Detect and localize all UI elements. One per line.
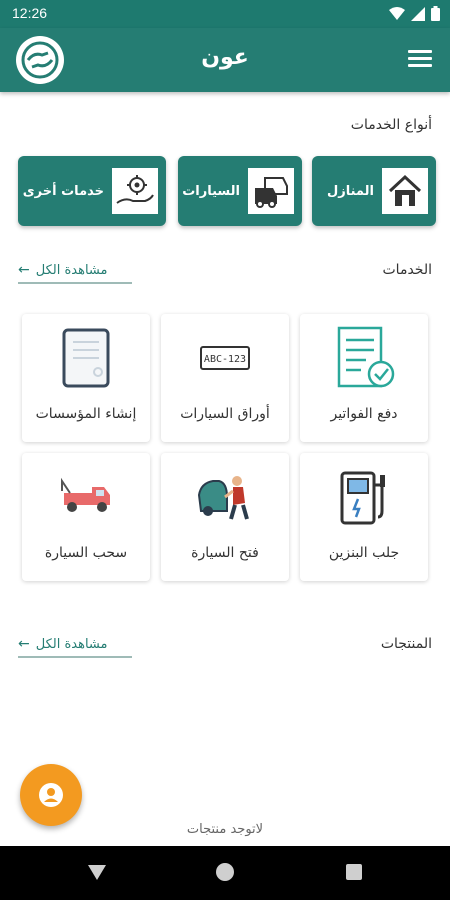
service-label: أوراق السيارات <box>180 406 270 422</box>
service-card-car-unlock[interactable]: فتح السيارة <box>161 453 289 581</box>
tow-truck-icon <box>22 465 150 529</box>
status-time: 12:26 <box>12 5 48 21</box>
house-icon <box>382 168 428 214</box>
car-unlock-icon <box>161 465 289 529</box>
system-nav-bar <box>0 846 450 900</box>
gear-hand-icon <box>112 168 158 214</box>
nav-home-icon[interactable] <box>216 863 234 881</box>
battery-icon <box>431 6 440 21</box>
service-card-pay-bills[interactable]: دفع الفواتير <box>300 314 428 442</box>
hamburger-menu-icon[interactable] <box>408 50 432 70</box>
arrow-left-icon: ← <box>18 262 30 278</box>
service-label: إنشاء المؤسسات <box>35 406 137 422</box>
service-type-label: خدمات أخرى <box>22 183 104 199</box>
service-type-label: السيارات <box>182 183 240 199</box>
service-type-label: المنازل <box>326 183 374 199</box>
no-products-text: لاتوجد منتجات <box>186 822 264 837</box>
products-view-all-link[interactable]: ← مشاهدة الكل <box>18 632 132 658</box>
service-card-fuel-delivery[interactable]: جلب البنزين <box>300 453 428 581</box>
service-type-cars[interactable]: السيارات <box>178 156 302 226</box>
service-label: جلب البنزين <box>328 545 400 561</box>
app-bar: عون <box>0 28 450 92</box>
status-bar: 12:26 <box>0 0 450 28</box>
service-label: فتح السيارة <box>191 545 259 561</box>
signal-icon <box>411 6 425 21</box>
cars-icon <box>248 168 294 214</box>
products-heading: المنتجات <box>380 636 432 652</box>
license-plate-text: ABC-123 <box>204 354 246 365</box>
wifi-icon <box>389 6 405 20</box>
services-heading: الخدمات <box>382 262 433 278</box>
view-all-label: مشاهدة الكل <box>35 636 108 652</box>
arrow-left-icon: ← <box>18 636 30 652</box>
view-all-label: مشاهدة الكل <box>35 262 108 278</box>
document-icon <box>22 326 150 390</box>
nav-back-icon[interactable] <box>88 863 106 881</box>
service-type-homes[interactable]: المنازل <box>312 156 436 226</box>
user-icon <box>39 783 63 807</box>
app-title: عون <box>201 45 249 70</box>
service-card-car-towing[interactable]: سحب السيارة <box>22 453 150 581</box>
profile-fab-button[interactable] <box>20 764 82 826</box>
service-label: سحب السيارة <box>44 545 128 561</box>
service-label: دفع الفواتير <box>330 406 398 422</box>
service-types-heading: أنواع الخدمات <box>350 117 432 133</box>
service-card-create-institutions[interactable]: إنشاء المؤسسات <box>22 314 150 442</box>
service-card-car-papers[interactable]: ABC-123 أوراق السيارات <box>161 314 289 442</box>
service-type-other[interactable]: خدمات أخرى <box>18 156 166 226</box>
nav-recent-apps-icon[interactable] <box>346 864 362 880</box>
license-plate-icon: ABC-123 <box>161 326 289 390</box>
fuel-pump-icon <box>300 465 428 529</box>
bill-icon <box>300 326 428 390</box>
services-view-all-link[interactable]: ← مشاهدة الكل <box>18 258 132 284</box>
